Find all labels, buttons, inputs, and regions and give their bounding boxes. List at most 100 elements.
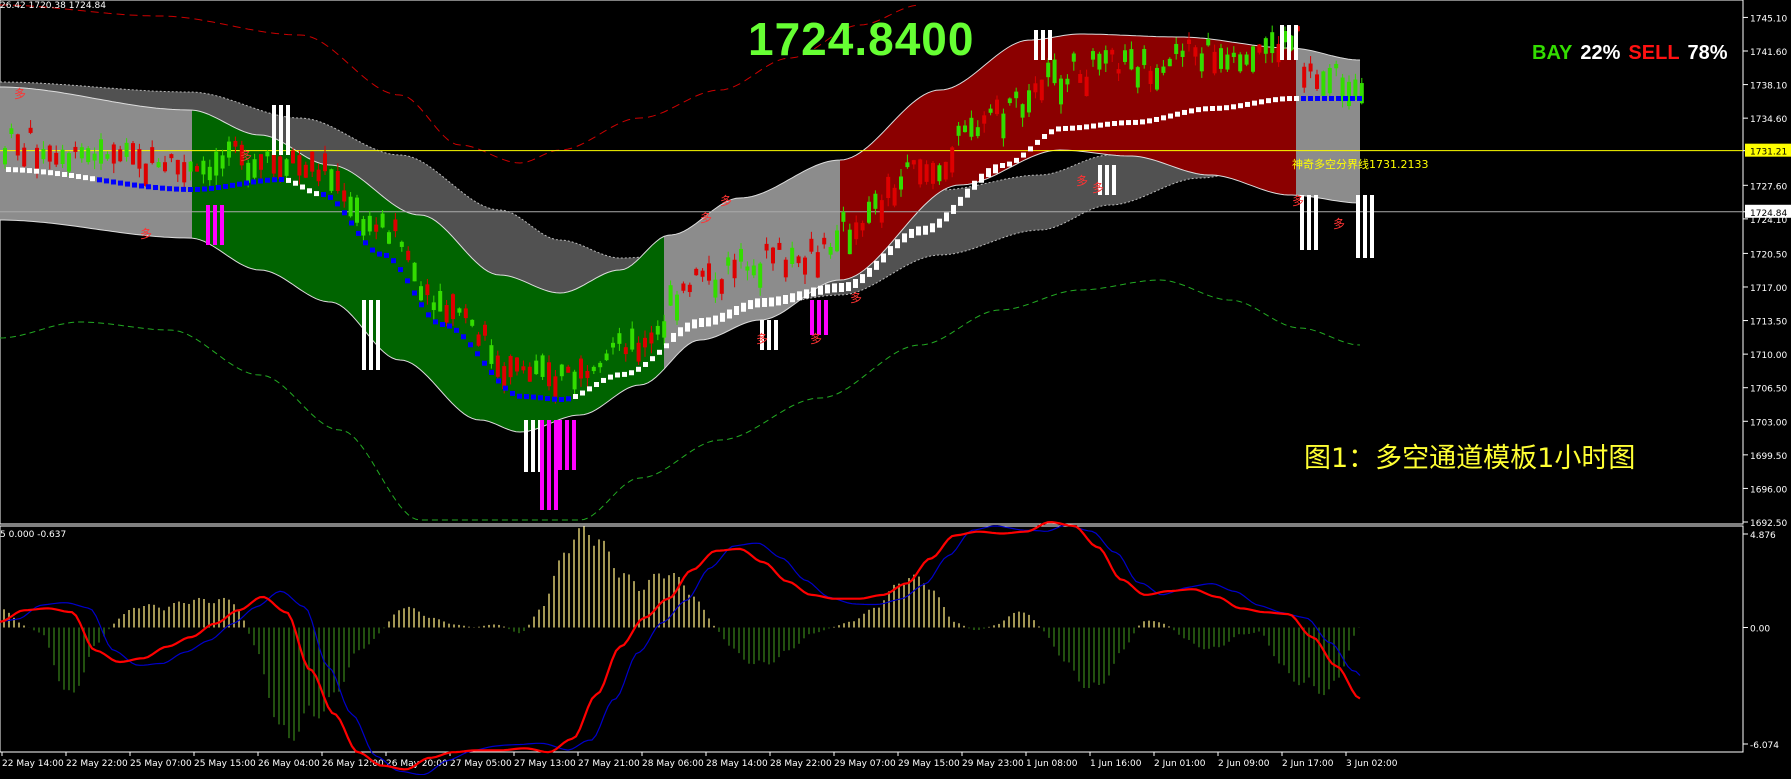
- candle-body: [476, 334, 481, 346]
- candle-body: [259, 154, 263, 170]
- trend-dot: [818, 285, 823, 295]
- candle-body: [195, 166, 199, 172]
- candle-body: [1327, 67, 1332, 94]
- candle-body: [220, 155, 225, 169]
- trend-dot: [41, 169, 46, 175]
- candle-body: [937, 165, 942, 182]
- trend-dot: [1091, 123, 1096, 129]
- candle-body: [886, 176, 891, 199]
- trend-dot: [881, 253, 886, 263]
- candle-body: [918, 159, 923, 185]
- candle-body: [1219, 48, 1223, 69]
- candle-body: [1180, 50, 1185, 57]
- trend-dot: [363, 240, 368, 246]
- candle-body: [291, 150, 295, 164]
- candle-body: [662, 321, 667, 338]
- trend-dot: [839, 283, 844, 293]
- time-axis-group: 22 May 14:00 22 May 22:00 25 May 07:00 25 M…: [1, 752, 1398, 769]
- candle-body: [815, 252, 820, 278]
- trend-dot: [867, 267, 872, 277]
- candle-body: [1193, 47, 1198, 57]
- trend-dot: [146, 184, 151, 190]
- candle-body: [73, 146, 78, 152]
- candle-body: [1244, 54, 1249, 65]
- candle-body: [380, 213, 385, 228]
- trend-dot: [580, 390, 585, 396]
- sell-pct: 78%: [1687, 42, 1728, 64]
- trend-dot: [1210, 106, 1215, 111]
- candle-body: [892, 187, 897, 206]
- trend-dot: [279, 177, 284, 183]
- candle-body: [1065, 78, 1070, 85]
- candle-body: [1321, 71, 1326, 96]
- trend-dot: [104, 178, 109, 184]
- trend-dot: [1133, 119, 1138, 125]
- trend-dot: [1182, 109, 1187, 115]
- candle-body: [67, 153, 71, 172]
- trend-dot: [503, 385, 508, 391]
- trend-dot: [1119, 120, 1124, 126]
- candle-body: [508, 356, 513, 378]
- trend-dot: [48, 170, 53, 176]
- price-tick-label: 1738.10: [1750, 82, 1787, 92]
- trend-dot: [118, 180, 123, 186]
- long-marker-char: 多: [850, 291, 862, 305]
- signal-spike: [1363, 195, 1367, 258]
- candle-body: [873, 193, 878, 209]
- trend-dot: [1028, 146, 1033, 152]
- candle-body: [1091, 51, 1095, 60]
- signal-spike: [1041, 30, 1045, 60]
- candle-body: [700, 270, 705, 277]
- trend-dot: [174, 186, 179, 192]
- candle-body: [777, 242, 782, 250]
- trend-dot: [517, 393, 522, 399]
- trend-dot: [244, 180, 249, 186]
- signal-spike: [1112, 165, 1116, 195]
- candle-body: [355, 197, 359, 223]
- trend-dot: [83, 175, 88, 181]
- trend-dot: [391, 258, 396, 264]
- trend-dot: [671, 332, 676, 342]
- trend-dot: [342, 210, 347, 216]
- candle-body: [41, 149, 46, 160]
- candle-body: [278, 156, 283, 179]
- time-tick-label: 29 May 15:00: [898, 759, 960, 769]
- long-marker-char: 多: [700, 211, 712, 225]
- time-tick-label: 25 May 15:00: [194, 759, 256, 769]
- time-tick-label: 27 May 05:00: [450, 759, 512, 769]
- time-tick-label: 27 May 21:00: [578, 759, 640, 769]
- price-chart-svg: 多多多 多多多 多多多多多多1745.101741.601738.101734.60…: [0, 0, 1791, 776]
- trend-dot: [1098, 122, 1103, 128]
- trend-dot: [895, 239, 900, 249]
- trend-dot: [1308, 96, 1313, 101]
- candle-body: [489, 345, 494, 364]
- trend-dot: [979, 173, 984, 183]
- candle-body: [387, 232, 391, 244]
- trend-dot: [972, 180, 977, 190]
- macd-tick-label: 4.876: [1750, 531, 1776, 541]
- signal-spike: [369, 300, 373, 370]
- trend-dot: [1350, 96, 1355, 101]
- trend-dot: [1007, 161, 1012, 167]
- signal-spike: [1280, 25, 1284, 60]
- candle-body: [348, 196, 353, 217]
- candle-body: [342, 190, 347, 202]
- candle-body: [995, 99, 999, 115]
- candle-body: [137, 149, 142, 169]
- time-tick-label: 3 Jun 02:00: [1346, 759, 1398, 769]
- trend-dot: [1252, 100, 1257, 106]
- trend-dot: [97, 177, 102, 183]
- candle-body: [1257, 44, 1262, 53]
- candle-body: [707, 263, 711, 281]
- trend-dot: [832, 283, 837, 293]
- candle-body: [175, 159, 180, 175]
- trend-dot: [685, 322, 690, 332]
- candle-body: [956, 125, 961, 136]
- candle-body: [879, 200, 884, 223]
- trend-dot: [909, 228, 914, 238]
- candle-body: [1071, 53, 1076, 62]
- candle-body: [1238, 54, 1243, 72]
- price-tick-label: 1724.10: [1750, 216, 1787, 226]
- price-tick-label: 1696.00: [1750, 485, 1787, 495]
- candle-body: [1039, 79, 1044, 101]
